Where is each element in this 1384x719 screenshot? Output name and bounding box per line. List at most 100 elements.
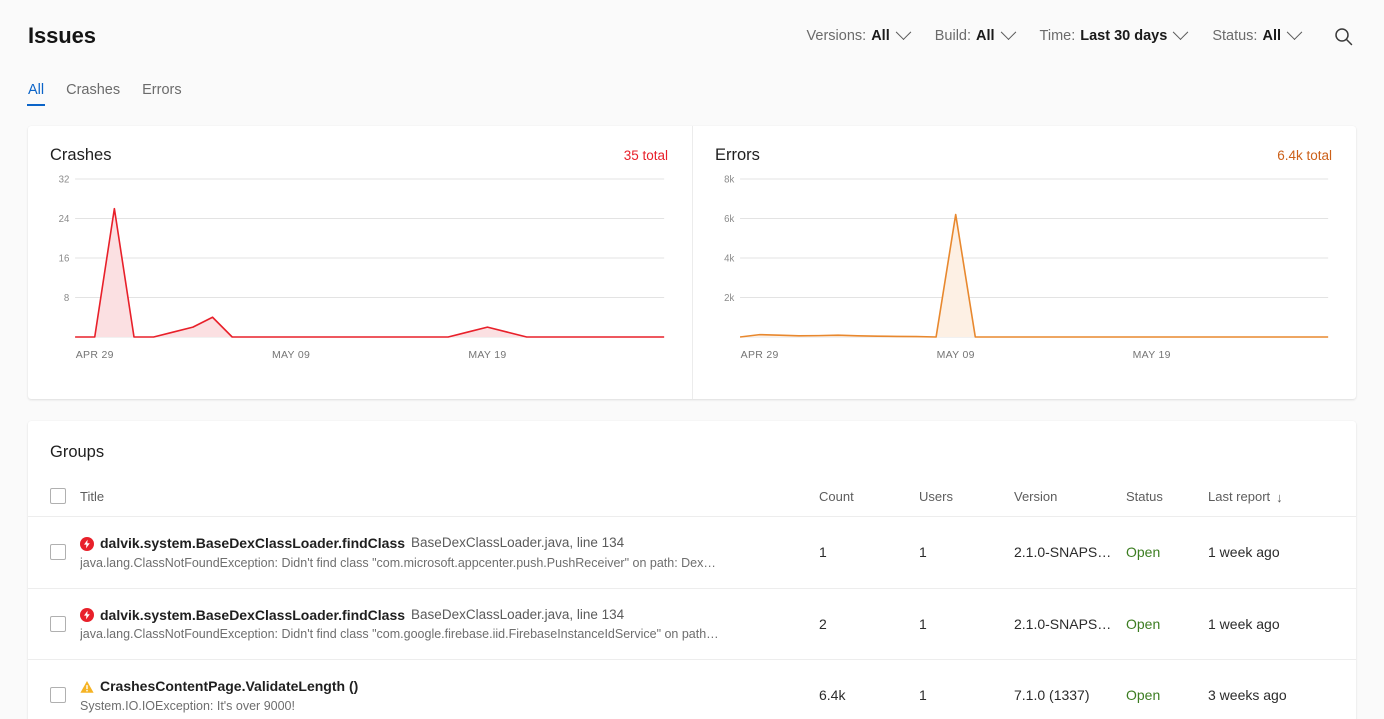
x-tick-label: MAY 09 xyxy=(272,349,310,361)
column-header-last-report[interactable]: Last report ↓ xyxy=(1208,462,1356,517)
chevron-down-icon xyxy=(1287,24,1303,40)
crashes-chart-body: 8 16 24 32 APR 29 MAY 09 MAY 19 xyxy=(50,175,668,359)
row-select-cell xyxy=(28,588,80,660)
search-icon xyxy=(1334,27,1353,46)
sort-descending-icon: ↓ xyxy=(1276,491,1283,504)
table-row[interactable]: dalvik.system.BaseDexClassLoader.findCla… xyxy=(28,517,1356,589)
row-select-cell xyxy=(28,660,80,719)
issue-file: BaseDexClassLoader.java, line 134 xyxy=(411,607,624,624)
errors-x-axis-labels: APR 29 MAY 09 MAY 19 xyxy=(715,349,1332,363)
errors-chart-header: Errors 6.4k total xyxy=(715,146,1332,165)
issue-name: dalvik.system.BaseDexClassLoader.findCla… xyxy=(100,607,405,625)
row-checkbox[interactable] xyxy=(50,616,66,632)
table-row[interactable]: dalvik.system.BaseDexClassLoader.findCla… xyxy=(28,588,1356,660)
page-title: Issues xyxy=(28,23,96,49)
status-badge: Open xyxy=(1126,616,1160,632)
crashes-chart-header: Crashes 35 total xyxy=(50,146,668,165)
x-tick-label: APR 29 xyxy=(741,349,779,361)
crashes-chart-pane: Crashes 35 total 8 16 24 32 APR 29 MAY 09 MAY… xyxy=(28,126,692,399)
row-last-report-cell: 3 weeks ago xyxy=(1208,660,1356,719)
errors-chart-body: 2k 4k 6k 8k APR 29 MAY 09 MAY 19 xyxy=(715,175,1332,359)
row-version-cell: 2.1.0-SNAPS… xyxy=(1014,517,1126,589)
row-status-cell: Open xyxy=(1126,517,1208,589)
filter-versions-value: All xyxy=(871,28,890,44)
row-title-cell[interactable]: dalvik.system.BaseDexClassLoader.findCla… xyxy=(80,588,819,660)
search-button[interactable] xyxy=(1330,23,1356,49)
svg-text:6k: 6k xyxy=(724,214,734,225)
groups-table-body: dalvik.system.BaseDexClassLoader.findCla… xyxy=(28,517,1356,719)
filter-time[interactable]: Time: Last 30 days xyxy=(1040,28,1187,44)
crashes-x-axis-labels: APR 29 MAY 09 MAY 19 xyxy=(50,349,668,363)
page-header: Issues Versions: All Build: All Time: La… xyxy=(0,0,1384,72)
select-all-header xyxy=(28,462,80,517)
filter-build-value: All xyxy=(976,28,995,44)
svg-text:8k: 8k xyxy=(724,175,734,186)
issue-description: java.lang.ClassNotFoundException: Didn't… xyxy=(80,556,745,570)
filter-build-label: Build: xyxy=(935,28,971,44)
tab-crashes[interactable]: Crashes xyxy=(66,83,120,107)
issue-description: System.IO.IOException: It's over 9000! xyxy=(80,699,745,713)
svg-text:8: 8 xyxy=(64,293,70,304)
crash-icon xyxy=(80,537,94,551)
chevron-down-icon xyxy=(895,24,911,40)
warning-icon xyxy=(80,680,94,694)
row-count-cell: 2 xyxy=(819,588,919,660)
svg-text:24: 24 xyxy=(59,214,70,225)
row-version-cell: 7.1.0 (1337) xyxy=(1014,660,1126,719)
filter-versions-label: Versions: xyxy=(807,28,867,44)
header-filters: Versions: All Build: All Time: Last 30 d… xyxy=(807,23,1356,49)
column-header-last-report-label: Last report xyxy=(1208,489,1270,504)
svg-text:16: 16 xyxy=(59,253,70,264)
column-header-version[interactable]: Version xyxy=(1014,462,1126,517)
row-title-cell[interactable]: dalvik.system.BaseDexClassLoader.findCla… xyxy=(80,517,819,589)
filter-versions[interactable]: Versions: All xyxy=(807,28,909,44)
crash-icon xyxy=(80,608,94,622)
row-select-cell xyxy=(28,517,80,589)
issue-headline: CrashesContentPage.ValidateLength () xyxy=(80,678,819,696)
status-badge: Open xyxy=(1126,687,1160,703)
chevron-down-icon xyxy=(1000,24,1016,40)
filter-status[interactable]: Status: All xyxy=(1212,28,1300,44)
row-users-cell: 1 xyxy=(919,517,1014,589)
row-count-cell: 6.4k xyxy=(819,660,919,719)
x-tick-label: APR 29 xyxy=(76,349,114,361)
svg-text:4k: 4k xyxy=(724,253,734,264)
column-header-count[interactable]: Count xyxy=(819,462,919,517)
row-checkbox[interactable] xyxy=(50,544,66,560)
tab-bar: All Crashes Errors xyxy=(0,72,1384,106)
groups-card: Groups Title Count Users Version Status … xyxy=(28,421,1356,719)
filter-status-value: All xyxy=(1262,28,1281,44)
groups-table-head: Title Count Users Version Status Last re… xyxy=(28,462,1356,517)
errors-chart-pane: Errors 6.4k total 2k 4k 6k 8k APR 29 MAY 09 M… xyxy=(692,126,1356,399)
crashes-total: 35 total xyxy=(624,148,668,163)
row-status-cell: Open xyxy=(1126,660,1208,719)
tab-all[interactable]: All xyxy=(28,83,44,107)
filter-time-label: Time: xyxy=(1040,28,1076,44)
tab-errors[interactable]: Errors xyxy=(142,83,181,107)
x-tick-label: MAY 19 xyxy=(1133,349,1171,361)
column-header-title[interactable]: Title xyxy=(80,462,819,517)
select-all-checkbox[interactable] xyxy=(50,488,66,504)
x-tick-label: MAY 09 xyxy=(937,349,975,361)
column-header-users[interactable]: Users xyxy=(919,462,1014,517)
row-title-cell[interactable]: CrashesContentPage.ValidateLength () Syst… xyxy=(80,660,819,719)
x-tick-label: MAY 19 xyxy=(468,349,506,361)
svg-text:32: 32 xyxy=(59,175,70,186)
row-version-cell: 2.1.0-SNAPS… xyxy=(1014,588,1126,660)
errors-line-chart: 2k 4k 6k 8k xyxy=(715,175,1332,359)
row-users-cell: 1 xyxy=(919,660,1014,719)
row-users-cell: 1 xyxy=(919,588,1014,660)
filter-status-label: Status: xyxy=(1212,28,1257,44)
issue-name: CrashesContentPage.ValidateLength () xyxy=(100,678,358,696)
crashes-line-chart: 8 16 24 32 xyxy=(50,175,668,359)
row-checkbox[interactable] xyxy=(50,687,66,703)
column-header-status[interactable]: Status xyxy=(1126,462,1208,517)
row-last-report-cell: 1 week ago xyxy=(1208,517,1356,589)
svg-text:2k: 2k xyxy=(724,293,734,304)
table-row[interactable]: CrashesContentPage.ValidateLength () Syst… xyxy=(28,660,1356,719)
errors-total: 6.4k total xyxy=(1277,148,1332,163)
errors-chart-title: Errors xyxy=(715,146,760,165)
filter-build[interactable]: Build: All xyxy=(935,28,1014,44)
crashes-chart-title: Crashes xyxy=(50,146,111,165)
filter-time-value: Last 30 days xyxy=(1080,28,1167,44)
